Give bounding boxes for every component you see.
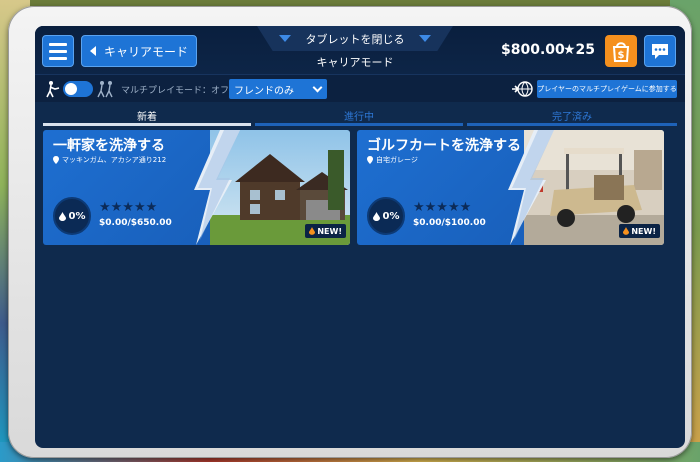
tab-indicator — [43, 123, 251, 126]
job-address-text: マッキンガム、アカシア通り212 — [62, 156, 167, 164]
progress-percent: 0% — [68, 210, 86, 222]
rating-stars: ★★★★★ — [99, 200, 158, 215]
triangle-down-icon — [279, 35, 291, 42]
chevron-down-icon — [312, 82, 323, 93]
progress-ring: 0% — [53, 197, 91, 235]
globe-icon — [512, 81, 533, 97]
svg-text:$: $ — [618, 50, 625, 61]
tablet-screen: キャリアモード タブレットを閉じる キャリアモード $800.00 ★25 $ — [35, 26, 685, 448]
job-address-text: 自宅ガレージ — [376, 156, 418, 164]
star-count: ★25 — [563, 42, 596, 58]
top-bar: キャリアモード タブレットを閉じる キャリアモード $800.00 ★25 $ — [35, 26, 685, 74]
new-badge-label: NEW! — [631, 226, 656, 236]
join-multiplayer-button[interactable]: プレイヤーのマルチプレイゲームに参加する — [537, 80, 677, 98]
back-arrow-icon — [90, 46, 96, 56]
progress-ring: 0% — [367, 197, 405, 235]
rating-stars: ★★★★★ — [413, 200, 472, 215]
drop-icon — [309, 227, 316, 235]
tab-completed[interactable]: 完了済み — [467, 104, 677, 126]
lightning-decoration — [194, 130, 240, 245]
menu-button[interactable] — [42, 35, 74, 67]
toggle-knob — [65, 83, 77, 95]
multiplayer-toggle[interactable] — [63, 81, 93, 97]
mode-title: キャリアモード — [316, 56, 394, 69]
chat-icon — [652, 44, 668, 59]
shop-bag-icon: $ — [612, 42, 630, 62]
new-badge: NEW! — [305, 224, 346, 238]
shop-button[interactable]: $ — [605, 35, 637, 67]
friends-filter-select[interactable]: フレンドのみ — [229, 79, 327, 99]
tab-in-progress[interactable]: 進行中 — [255, 104, 463, 126]
close-tablet-label: タブレットを閉じる — [305, 32, 405, 46]
menu-icon-line — [49, 49, 67, 53]
group-icon — [97, 81, 113, 98]
job-card-house[interactable]: 一軒家を洗浄する マッキンガム、アカシア通り212 0% ★★★★★ $0.00… — [43, 130, 350, 245]
job-address: 自宅ガレージ — [367, 155, 418, 165]
job-earnings: $0.00/$100.00 — [413, 218, 486, 228]
walker-icon — [46, 81, 60, 98]
back-button[interactable]: キャリアモード — [81, 35, 197, 67]
job-title: 一軒家を洗浄する — [53, 138, 165, 154]
new-badge: NEW! — [619, 224, 660, 238]
triangle-down-icon — [419, 35, 431, 42]
tab-indicator — [255, 123, 463, 126]
job-card-golf-cart[interactable]: ゴルフカートを洗浄する 自宅ガレージ 0% ★★★★★ $0.00/$100.0… — [357, 130, 664, 245]
friends-filter-value: フレンドのみ — [234, 85, 294, 97]
money-display: $800.00 — [501, 42, 565, 58]
back-button-label: キャリアモード — [104, 44, 189, 59]
job-tabs: 新着 進行中 完了済み — [43, 104, 677, 126]
multiplayer-mode-label: マルチプレイモード：オフ — [121, 86, 230, 96]
new-badge-label: NEW! — [317, 226, 342, 236]
drop-icon — [372, 211, 380, 221]
menu-icon-line — [49, 56, 67, 60]
drop-icon — [58, 211, 66, 221]
multiplayer-bar: マルチプレイモード：オフ フレンドのみ プレイヤーのマルチプレイゲームに参加する — [35, 74, 685, 102]
menu-icon — [49, 42, 67, 46]
drop-icon — [623, 227, 630, 235]
job-earnings: $0.00/$650.00 — [99, 218, 172, 228]
job-title: ゴルフカートを洗浄する — [367, 138, 521, 154]
close-tablet-tab[interactable]: タブレットを閉じる — [257, 26, 453, 51]
progress-percent: 0% — [382, 210, 400, 222]
job-address: マッキンガム、アカシア通り212 — [53, 155, 166, 165]
chat-button[interactable] — [644, 35, 676, 67]
tablet-frame: キャリアモード タブレットを閉じる キャリアモード $800.00 ★25 $ — [8, 6, 692, 458]
tab-indicator — [467, 123, 677, 126]
pin-icon — [367, 156, 373, 164]
pin-icon — [53, 156, 59, 164]
tab-new[interactable]: 新着 — [43, 104, 251, 126]
